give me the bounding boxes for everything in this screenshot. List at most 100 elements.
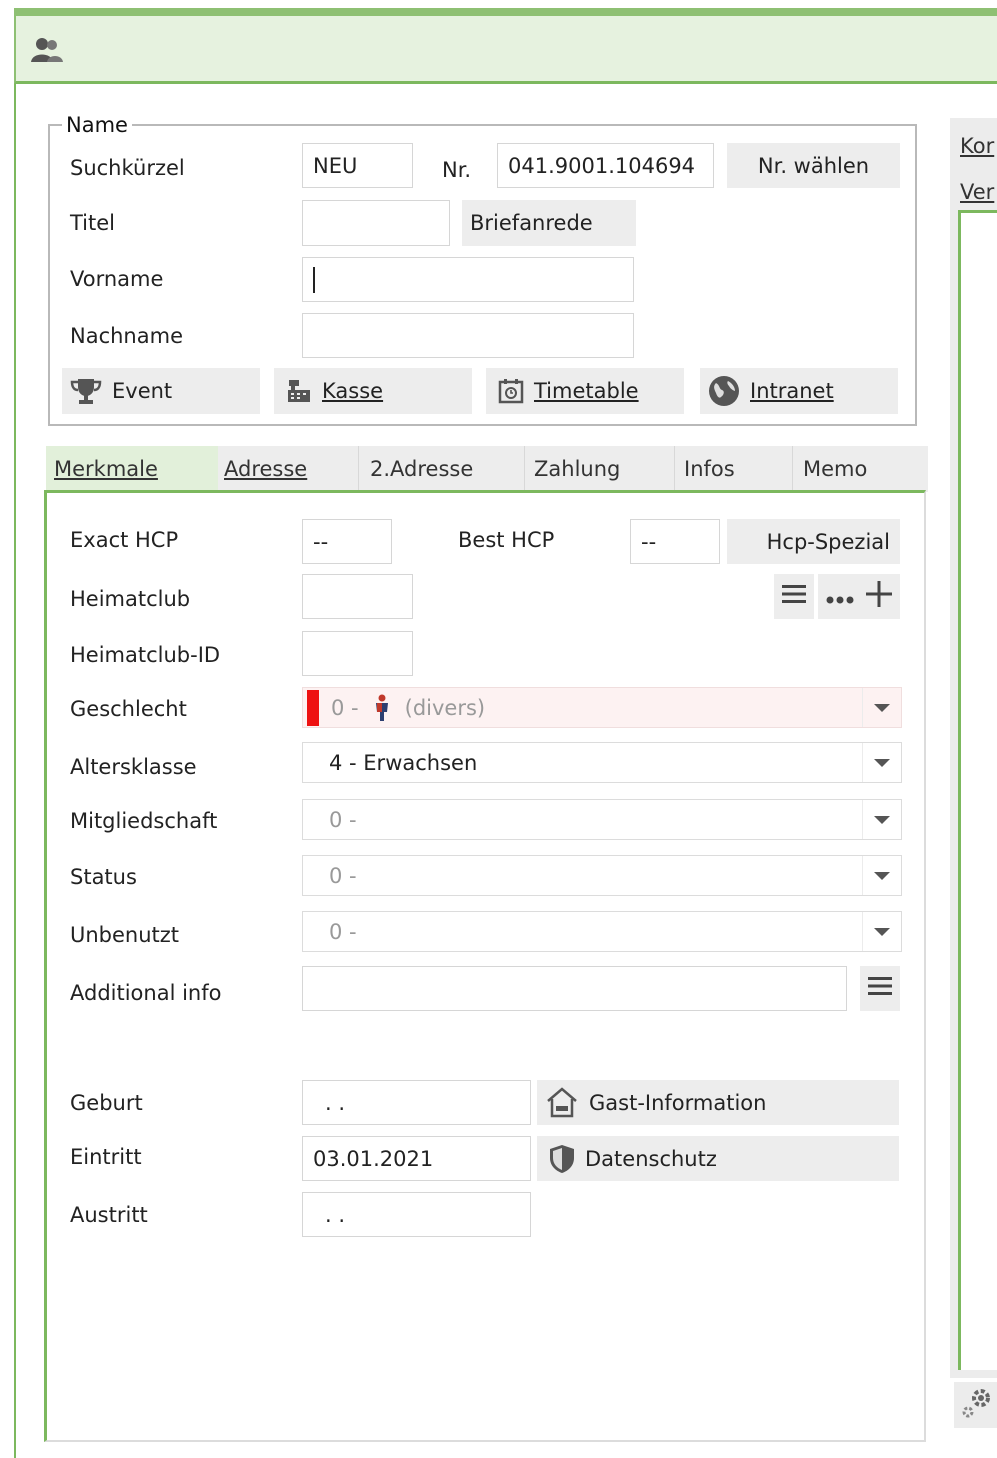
briefanrede-button[interactable]: Briefanrede xyxy=(462,200,636,246)
hcp-spezial-label: Hcp-Spezial xyxy=(766,529,890,554)
tab-2-adresse[interactable]: 2.Adresse xyxy=(370,446,524,492)
gast-information-label: Gast-Information xyxy=(589,1090,767,1115)
suchkuerzel-input[interactable]: NEU xyxy=(302,143,413,188)
austritt-label: Austritt xyxy=(70,1203,148,1227)
cash-register-icon xyxy=(286,378,312,404)
chevron-down-icon[interactable] xyxy=(862,800,901,839)
titel-label: Titel xyxy=(70,211,116,235)
tab-zahlung[interactable]: Zahlung xyxy=(534,446,674,492)
vorname-label: Vorname xyxy=(70,267,164,291)
eintritt-input[interactable]: 03.01.2021 xyxy=(302,1136,531,1181)
datenschutz-button[interactable]: Datenschutz xyxy=(537,1136,899,1181)
geschlecht-value: (divers) xyxy=(404,695,486,720)
mitgliedschaft-value: 0 - xyxy=(329,807,357,832)
vorname-input[interactable] xyxy=(302,257,634,302)
altersklasse-select[interactable]: 4 - Erwachsen xyxy=(302,742,902,783)
tab-separator xyxy=(792,446,793,492)
tab-memo-label: Memo xyxy=(803,457,868,481)
tab-separator xyxy=(358,446,359,492)
name-legend: Name xyxy=(62,113,132,137)
tab-merkmale-label: Merkmale xyxy=(54,457,158,481)
titel-input[interactable] xyxy=(302,200,450,246)
geschlecht-label: Geschlecht xyxy=(70,697,187,721)
kasse-label: Kasse xyxy=(322,379,384,403)
eintritt-label: Eintritt xyxy=(70,1145,142,1169)
suchkuerzel-label: Suchkürzel xyxy=(70,156,185,180)
intranet-button[interactable]: Intranet xyxy=(700,368,898,414)
globe-icon xyxy=(708,375,740,407)
tab-merkmale[interactable]: Merkmale xyxy=(46,446,218,492)
datenschutz-label: Datenschutz xyxy=(585,1146,717,1171)
right-panel-label-2[interactable]: Ver xyxy=(960,180,994,204)
chevron-down-icon[interactable] xyxy=(862,912,901,951)
geburt-input[interactable]: . . xyxy=(302,1080,531,1125)
person-icon xyxy=(373,694,391,722)
timetable-label: Timetable xyxy=(534,379,639,403)
austritt-input[interactable]: . . xyxy=(302,1192,531,1237)
nr-label: Nr. xyxy=(442,158,472,182)
tab-separator xyxy=(674,446,675,492)
status-select[interactable]: 0 - xyxy=(302,855,902,896)
geschlecht-select[interactable]: 0 - (divers) xyxy=(302,687,902,728)
altersklasse-label: Altersklasse xyxy=(70,755,197,779)
status-label: Status xyxy=(70,865,137,889)
home-icon xyxy=(545,1086,579,1120)
nr-waehlen-label: Nr. wählen xyxy=(757,153,870,178)
nr-value: 041.9001.104694 xyxy=(508,153,696,178)
nachname-label: Nachname xyxy=(70,324,183,348)
list-button[interactable] xyxy=(774,574,814,619)
mitgliedschaft-select[interactable]: 0 - xyxy=(302,799,902,840)
chevron-down-icon[interactable] xyxy=(862,688,901,727)
additional-info-list-button[interactable] xyxy=(860,966,900,1011)
tab-separator xyxy=(524,446,525,492)
unbenutzt-select[interactable]: 0 - xyxy=(302,911,902,952)
best-hcp-label: Best HCP xyxy=(458,528,555,552)
tab-infos-label: Infos xyxy=(684,457,735,481)
tab-infos[interactable]: Infos xyxy=(684,446,792,492)
tab-adresse[interactable]: Adresse xyxy=(224,446,358,492)
list-icon xyxy=(868,976,892,1001)
more-add-buttons xyxy=(818,574,900,619)
users-icon xyxy=(30,36,64,69)
best-hcp-input[interactable]: -- xyxy=(630,519,720,564)
tab-2-adresse-label: 2.Adresse xyxy=(370,457,474,481)
unbenutzt-label: Unbenutzt xyxy=(70,923,180,947)
event-button[interactable]: Event xyxy=(62,368,260,414)
heimatclub-id-input[interactable] xyxy=(302,631,413,676)
required-marker xyxy=(307,690,319,726)
heimatclub-input[interactable] xyxy=(302,574,413,619)
tab-zahlung-label: Zahlung xyxy=(534,457,621,481)
suchkuerzel-value: NEU xyxy=(313,153,358,178)
chevron-down-icon[interactable] xyxy=(862,856,901,895)
tab-memo[interactable]: Memo xyxy=(803,446,923,492)
nachname-input[interactable] xyxy=(302,313,634,358)
additional-info-input[interactable] xyxy=(302,966,847,1011)
timetable-button[interactable]: Timetable xyxy=(486,368,684,414)
more-icon[interactable] xyxy=(826,585,854,609)
shield-icon xyxy=(549,1144,575,1174)
kasse-button[interactable]: Kasse xyxy=(274,368,472,414)
chevron-down-icon[interactable] xyxy=(862,743,901,782)
heimatclub-id-label: Heimatclub-ID xyxy=(70,643,221,667)
settings-button[interactable] xyxy=(954,1382,997,1428)
tab-adresse-label: Adresse xyxy=(224,457,308,481)
right-panel-label-1[interactable]: Kor xyxy=(960,134,994,158)
nr-input[interactable]: 041.9001.104694 xyxy=(497,143,714,188)
timer-icon xyxy=(498,378,524,404)
geburt-value: . . xyxy=(325,1090,346,1115)
hcp-spezial-button[interactable]: Hcp-Spezial xyxy=(727,519,900,564)
gast-information-button[interactable]: Gast-Information xyxy=(537,1080,899,1125)
mitgliedschaft-label: Mitgliedschaft xyxy=(70,809,218,833)
text-cursor xyxy=(313,266,315,293)
briefanrede-label: Briefanrede xyxy=(470,211,593,235)
left-border xyxy=(14,84,16,1458)
list-icon xyxy=(782,584,806,609)
status-value: 0 - xyxy=(329,863,357,888)
plus-icon[interactable] xyxy=(866,581,892,612)
exact-hcp-input[interactable]: -- xyxy=(302,519,392,564)
exact-hcp-label: Exact HCP xyxy=(70,528,179,552)
geburt-label: Geburt xyxy=(70,1091,143,1115)
nr-waehlen-button[interactable]: Nr. wählen xyxy=(727,143,900,188)
austritt-value: . . xyxy=(325,1202,346,1227)
heimatclub-label: Heimatclub xyxy=(70,587,191,611)
